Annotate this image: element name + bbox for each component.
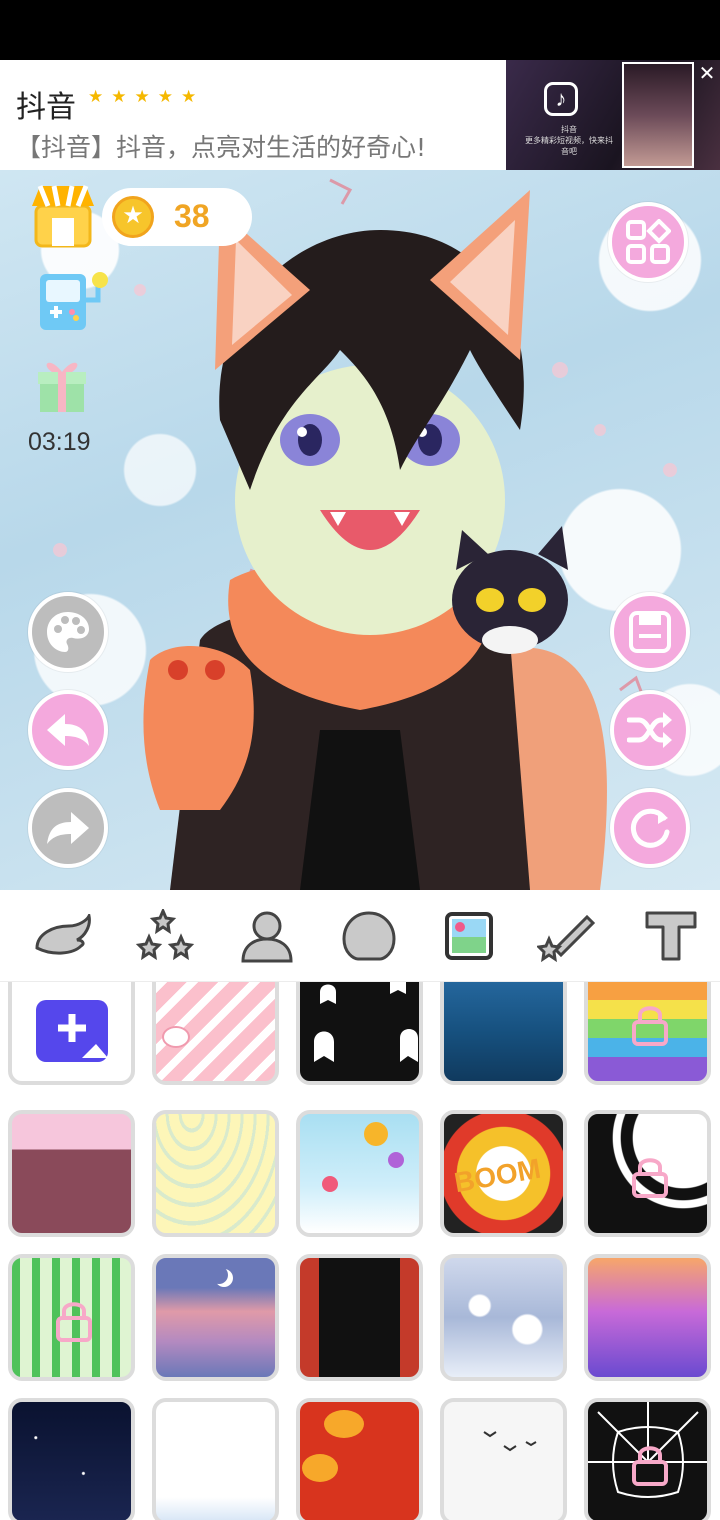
boom-text-art: BOOM: [451, 1152, 544, 1199]
timer: 03:19: [28, 428, 91, 456]
background-tile-upload[interactable]: [8, 982, 135, 1085]
undo-button[interactable]: [28, 690, 108, 770]
lock-icon: [632, 1158, 668, 1198]
background-tile-spiderweb[interactable]: [584, 1398, 711, 1520]
background-tile-lanterns[interactable]: [296, 1398, 423, 1520]
ad-media-title: 抖音: [561, 125, 577, 134]
balloon-icon: [322, 1122, 404, 1192]
tab-pencil[interactable]: [536, 908, 598, 964]
person-icon: [241, 911, 293, 963]
background-tile-swirl[interactable]: [584, 1110, 711, 1237]
tab-text[interactable]: [640, 908, 702, 964]
background-tile-boom[interactable]: BOOM: [440, 1110, 567, 1237]
background-tile-birds[interactable]: [440, 1398, 567, 1520]
tiktok-logo-icon: ♪: [544, 82, 578, 116]
tab-wings[interactable]: [32, 908, 94, 964]
tab-sparkles[interactable]: [134, 908, 196, 964]
ad-media-text: 更多精彩短视频，快来抖音吧: [525, 136, 613, 156]
shuffle-button[interactable]: [610, 690, 690, 770]
background-tile-night-clouds[interactable]: [152, 1254, 279, 1381]
redo-button[interactable]: [28, 788, 108, 868]
text-icon: [645, 911, 697, 961]
background-tile-bamboo[interactable]: [8, 1254, 135, 1381]
lantern-icon: [302, 1410, 364, 1482]
background-tile-starry-night[interactable]: [8, 1398, 135, 1520]
ad-title: 抖音: [16, 90, 76, 125]
background-tile-pink-tree[interactable]: [8, 1110, 135, 1237]
tab-bubble[interactable]: [338, 908, 400, 964]
coin-balance: ★ 38: [102, 188, 252, 246]
save-icon: [629, 611, 671, 653]
background-tile-white-waves[interactable]: [152, 1398, 279, 1520]
coin-count: 38: [174, 198, 210, 234]
add-image-icon: [36, 1000, 108, 1062]
reset-button[interactable]: [610, 788, 690, 868]
palette-button[interactable]: [28, 592, 108, 672]
shuffle-icon: [627, 712, 672, 748]
shop-icon[interactable]: [30, 182, 96, 250]
background-tile-purple-sparkle[interactable]: [584, 1254, 711, 1381]
background-tile-curtain[interactable]: [296, 1254, 423, 1381]
background-tile-bokeh[interactable]: [440, 1254, 567, 1381]
wings-icon: [35, 914, 91, 955]
redo-icon: [47, 812, 89, 844]
tab-person[interactable]: [236, 908, 298, 964]
category-toolbar: [0, 890, 720, 982]
lock-icon: [632, 1446, 668, 1486]
background-grid: BOOM: [0, 982, 720, 1520]
ad-description: 【抖音】抖音，点亮对生活的好奇心!: [16, 133, 427, 162]
sparkles-icon: [135, 909, 195, 961]
lock-icon: [56, 1302, 92, 1342]
tab-background[interactable]: [438, 908, 500, 964]
ad-media-caption: 抖音 更多精彩短视频，快来抖音吧: [524, 124, 614, 157]
coin-icon: ★: [112, 196, 154, 238]
background-image-icon: [445, 912, 493, 960]
ad-rating-stars: ★★★★★: [88, 87, 205, 106]
lock-icon: [632, 1006, 668, 1046]
heart-bubble-icon: [162, 1026, 190, 1048]
background-tile-underwater[interactable]: [440, 982, 567, 1085]
apps-button[interactable]: [608, 202, 688, 282]
apps-grid-icon: [626, 219, 671, 264]
ghost-icon: [314, 982, 418, 1062]
save-button[interactable]: [610, 592, 690, 672]
background-tile-rainbow[interactable]: [584, 982, 711, 1085]
background-tile-pink-stripes[interactable]: [152, 982, 279, 1085]
game-console-icon[interactable]: [38, 270, 110, 332]
ad-thumbnail: [622, 62, 694, 168]
palette-icon: [47, 612, 89, 652]
ad-banner[interactable]: 抖音 ★★★★★ 【抖音】抖音，点亮对生活的好奇心! ♪ 抖音 更多精彩短视频，…: [0, 60, 720, 170]
close-icon[interactable]: ✕: [696, 64, 718, 86]
ad-media[interactable]: ♪ 抖音 更多精彩短视频，快来抖音吧 ✕: [506, 60, 720, 170]
birds-icon: [483, 1431, 537, 1452]
character-canvas[interactable]: ★ 38 03:19: [0, 170, 720, 890]
status-bar: [0, 0, 720, 60]
pencil-icon: [537, 914, 596, 963]
gift-icon[interactable]: [36, 356, 88, 414]
bubble-icon: [342, 911, 396, 961]
refresh-icon: [630, 808, 670, 848]
undo-icon: [47, 714, 89, 746]
background-tile-ghosts[interactable]: [296, 982, 423, 1085]
moon-icon: [210, 1266, 228, 1284]
background-tile-balloons[interactable]: [296, 1110, 423, 1237]
background-tile-yellow-waves[interactable]: [152, 1110, 279, 1237]
